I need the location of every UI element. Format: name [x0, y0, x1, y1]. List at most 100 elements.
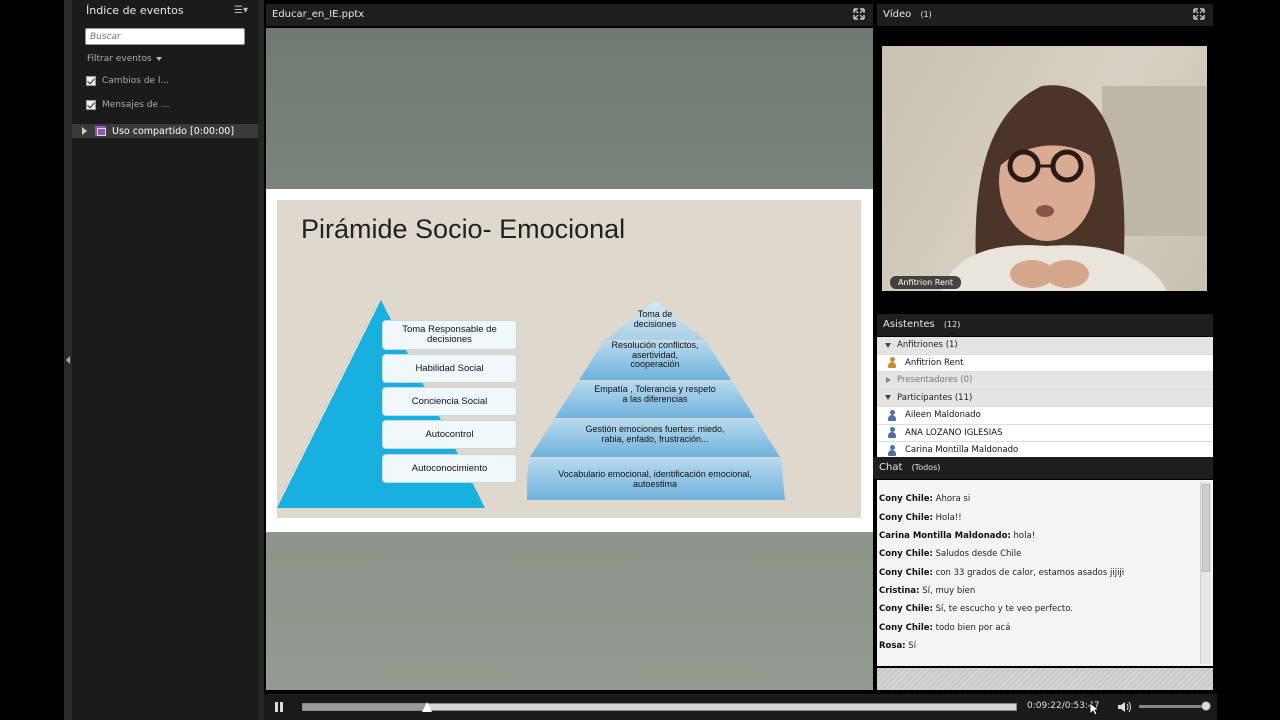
chat-message: Cristina: Sí, muy bien — [879, 586, 975, 596]
chat-text: con 33 grados de calor, estamos asados j… — [935, 568, 1125, 578]
chat-scrollbar-thumb[interactable] — [1202, 484, 1210, 572]
chat-input-disabled — [877, 668, 1213, 690]
event-index-header: Índice de eventos ☰▾ — [72, 0, 258, 22]
chat-message: Cony Chile: Hola!! — [879, 513, 962, 523]
video-pod-header: Vídeo (1) — [877, 4, 1213, 26]
right-pyramid-level: Toma de decisiones — [633, 309, 677, 329]
chat-sender: Cony Chile: — [879, 549, 933, 559]
webcam-video: Anfitrion Rent — [882, 46, 1207, 291]
expand-arrow-icon[interactable] — [885, 342, 891, 348]
attendee-name: ANA LOZANO IGLESIAS — [905, 427, 1003, 438]
chat-scrollbar[interactable] — [1200, 482, 1211, 664]
filter-checkbox-row[interactable]: Mensajes de ... — [86, 98, 258, 112]
chevron-down-icon — [155, 56, 162, 61]
seek-bar[interactable] — [302, 702, 1017, 712]
left-pyramid-level: Toma Responsable de decisiones — [382, 320, 517, 350]
video-count: (1) — [920, 10, 932, 19]
chat-text: hola! — [1013, 531, 1036, 541]
volume-slider[interactable] — [1139, 705, 1207, 708]
chat-scope: (Todos) — [911, 463, 941, 472]
filter-events-dropdown[interactable]: Filtrar eventos — [87, 54, 258, 64]
fullscreen-icon[interactable] — [1193, 8, 1205, 20]
chat-sender: Cony Chile: — [879, 568, 933, 578]
group-presenters[interactable]: Presentadores (0) — [877, 372, 1213, 390]
attendee-row[interactable]: ANA LOZANO IGLESIAS — [877, 424, 1213, 442]
chat-messages: Cony Chile: Ahora si Cony Chile: Hola!! … — [877, 480, 1213, 666]
chat-message: Cony Chile: con 33 grados de calor, esta… — [879, 568, 1124, 578]
attendee-row[interactable]: Aileen Maldonado — [877, 407, 1213, 425]
host-icon — [887, 357, 897, 369]
chat-message: Cony Chile: Ahora si — [879, 494, 970, 504]
expand-arrow-icon[interactable] — [885, 395, 891, 401]
chat-message: Cony Chile: Saludos desde Chile — [879, 549, 1021, 559]
chat-message: Cony Chile: todo bien por acá — [879, 623, 1010, 633]
share-pod-icon — [95, 126, 106, 136]
share-pod-header: Educar_en_IE.pptx — [266, 4, 873, 26]
fullscreen-icon[interactable] — [853, 8, 865, 20]
collapsed-arrow-icon[interactable] — [886, 377, 891, 384]
filter-checkbox-row[interactable]: Cambios de l... — [86, 74, 258, 88]
left-pyramid-level: Autoconocimiento — [382, 454, 517, 483]
group-label: Presentadores (0) — [897, 375, 973, 386]
chat-text: Sí, muy bien — [922, 586, 976, 596]
share-pod-title: Educar_en_IE.pptx — [272, 9, 365, 20]
checkbox-checked[interactable] — [86, 100, 96, 110]
attendee-row[interactable]: Carina Montilla Maldonado — [877, 442, 1213, 457]
group-participants[interactable]: Participantes (11) — [877, 389, 1213, 407]
right-pyramid-level: Gestión emociones fuertes: miedo, rabia,… — [585, 424, 725, 444]
attendee-row[interactable]: Anfitrion Rent — [877, 354, 1213, 372]
attendees-title: Asistentes — [883, 319, 935, 330]
volume-handle[interactable] — [1201, 701, 1211, 711]
chat-message: Cony Chile: Sí, te escucho y te veo perf… — [879, 604, 1073, 614]
pause-icon[interactable] — [275, 702, 283, 712]
video-pod-title: Vídeo — [883, 9, 912, 20]
chat-text: todo bien por acá — [935, 623, 1011, 633]
right-pyramid-level: Empatía , Tolerancia y respeto a las dif… — [594, 384, 716, 404]
event-item-share[interactable]: Uso compartido [0:00:00] — [72, 124, 258, 138]
participant-icon — [887, 409, 897, 421]
left-pyramid-level: Conciencia Social — [382, 387, 517, 416]
right-pyramid-level: Resolución conflictos, asertividad, coop… — [611, 340, 699, 369]
filter-events-label: Filtrar eventos — [87, 54, 152, 64]
chat-sender: Cony Chile: — [879, 494, 933, 504]
chat-sender: Cony Chile: — [879, 623, 933, 633]
seek-progress — [303, 704, 427, 710]
right-pyramid-level: Vocabulario emocional, identificación em… — [558, 469, 752, 489]
left-pyramid-level: Habilidad Social — [382, 354, 517, 383]
video-name-tag: Anfitrion Rent — [890, 276, 962, 289]
participant-icon — [887, 427, 897, 439]
share-pod-content: Pirámide Socio- Emocional Toma Responsab… — [266, 28, 873, 690]
volume-icon[interactable] — [1117, 701, 1131, 713]
checkbox-checked[interactable] — [86, 76, 96, 86]
chat-text: Hola!! — [935, 513, 962, 523]
chat-pod-header: Chat (Todos) — [873, 457, 1213, 479]
attendees-pod-header: Asistentes (12) — [877, 314, 1213, 336]
attendee-name: Aileen Maldonado — [905, 410, 981, 421]
chat-text: Ahora si — [935, 494, 971, 504]
chat-message: Rosa: Sí — [879, 641, 916, 651]
expand-arrow-icon[interactable] — [82, 127, 87, 135]
group-label: Participantes (11) — [897, 392, 973, 403]
attendee-name: Carina Montilla Maldonado — [905, 445, 1019, 456]
panel-menu-icon[interactable]: ☰▾ — [234, 0, 248, 22]
checkbox-label: Cambios de l... — [102, 75, 170, 86]
chat-text: Sí — [908, 641, 917, 651]
participant-icon — [887, 444, 897, 456]
search-input[interactable] — [85, 28, 245, 45]
chat-message: Carina Montilla Maldonado: hola! — [879, 531, 1035, 541]
checkbox-label: Mensajes de ... — [102, 99, 170, 110]
collapse-sidebar-icon[interactable] — [66, 356, 70, 364]
event-item-label: Uso compartido [0:00:00] — [112, 125, 235, 137]
left-pyramid-level: Autocontrol — [382, 420, 517, 449]
group-hosts[interactable]: Anfitriones (1) — [877, 337, 1213, 355]
chat-text: Sí, te escucho y te veo perfecto. — [935, 604, 1073, 614]
slide-title: Pirámide Socio- Emocional — [301, 214, 626, 244]
seek-handle[interactable] — [422, 702, 432, 712]
panel-divider[interactable] — [258, 0, 264, 720]
chat-title: Chat — [879, 462, 903, 473]
event-index-panel: Índice de eventos ☰▾ Filtrar eventos Cam… — [72, 0, 258, 720]
attendees-list: Anfitriones (1) Anfitrion Rent Presentad… — [877, 337, 1213, 457]
event-index-title: Índice de eventos — [86, 4, 184, 17]
chat-text: Saludos desde Chile — [935, 549, 1022, 559]
chat-sender: Carina Montilla Maldonado: — [879, 531, 1011, 541]
